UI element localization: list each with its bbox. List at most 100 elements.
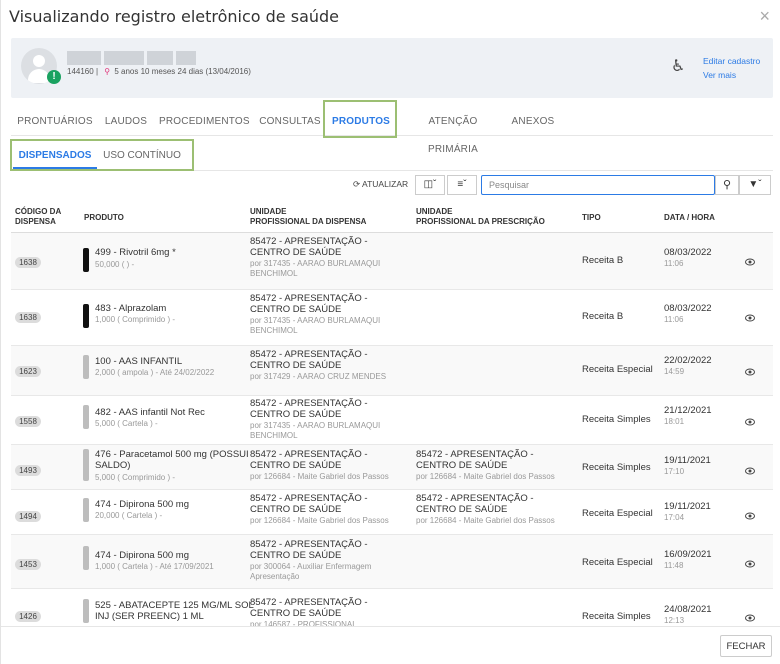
search-icon: ⚲: [722, 179, 732, 191]
eye-icon[interactable]: [745, 367, 755, 377]
product-detail: 2,000 ( ampola ) - Até 24/02/2022: [95, 368, 215, 377]
highlight-produtos: [323, 100, 397, 138]
highlight-subtabs: [10, 139, 194, 171]
tab-prontuarios[interactable]: PRONTUÁRIOS: [13, 108, 97, 136]
eye-icon[interactable]: [745, 257, 755, 267]
list-icon: ≡ˇ: [457, 179, 467, 190]
table-body: 1638 499 - Rivotril 6mg * 50,000 ( ) - 8547…: [11, 233, 773, 626]
dispense-time: 17:04: [664, 513, 685, 522]
record-number: 144160: [67, 67, 94, 76]
product-name: 483 - Alprazolam: [95, 303, 167, 314]
dispense-time: 11:48: [664, 561, 684, 570]
dispense-unit: 85472 - APRESENTAÇÃO - CENTRO DE SAÚDE: [250, 493, 368, 515]
columns-button[interactable]: ◫ˇ: [415, 175, 445, 195]
dispense-date: 16/09/2021: [664, 549, 712, 560]
prescription-type: Receita Especial: [582, 508, 653, 519]
table-toolbar: ⟳ ATUALIZAR ◫ˇ ≡ˇ ⚲ ▼ˇ: [1, 175, 780, 195]
product-name: 476 - Paracetamol 500 mg (POSSUI SALDO): [95, 449, 249, 471]
warning-icon: !: [47, 70, 61, 84]
patient-info: 144160 | ⚲ 5 anos 10 meses 24 dias (13/0…: [67, 67, 251, 76]
dispense-code-badge: 1623: [15, 366, 41, 377]
table-row[interactable]: 1453 474 - Dipirona 500 mg 1,000 ( Cartela…: [11, 535, 773, 589]
product-detail: 50,000 ( ) -: [95, 260, 135, 269]
dispense-professional: por 300064 - Auxiliar Enfermagem Apresen…: [250, 562, 372, 581]
refresh-icon: ⟳: [353, 179, 361, 189]
close-button[interactable]: FECHAR: [720, 635, 772, 657]
product-name: 482 - AAS infantil Not Rec: [95, 407, 205, 418]
dispense-time: 18:01: [664, 417, 685, 426]
dispense-professional: por 317435 - AARAO BURLAMAQUI BENCHIMOL: [250, 421, 381, 440]
table-row[interactable]: 1494 474 - Dipirona 500 mg 20,000 ( Cartel…: [11, 490, 773, 535]
search-input[interactable]: [481, 175, 715, 195]
product-name: 100 - AAS INFANTIL: [95, 356, 183, 367]
patient-header: ! 144160 | ⚲ 5 anos 10 meses 24 dias (13…: [11, 38, 773, 98]
dispense-code-badge: 1558: [15, 416, 41, 427]
product-detail: 1,000 ( Comprimido ) -: [95, 315, 176, 324]
prescription-unit: 85472 - APRESENTAÇÃO - CENTRO DE SAÚDE: [416, 449, 534, 471]
eye-icon[interactable]: [745, 466, 755, 476]
dispense-code-badge: 1453: [15, 559, 41, 570]
product-name: 525 - ABATACEPTE 125 MG/ML SOL INJ (SER …: [95, 600, 254, 622]
patient-age: 5 anos 10 meses 24 dias (13/04/2016): [114, 67, 251, 76]
dispense-unit: 85472 - APRESENTAÇÃO - CENTRO DE SAÚDE: [250, 349, 368, 371]
dispense-date: 19/11/2021: [664, 501, 711, 512]
tab-consultas[interactable]: CONSULTAS: [257, 108, 323, 136]
see-more-link[interactable]: Ver mais: [703, 68, 760, 82]
accessibility-icon: ♿: [671, 58, 686, 75]
product-detail: 1,000 ( Cartela ) - Até 17/09/2021: [95, 562, 214, 571]
dispense-date: 08/03/2022: [664, 303, 712, 314]
eye-icon[interactable]: [745, 511, 755, 521]
product-color-bar: [83, 498, 89, 522]
refresh-button[interactable]: ⟳ ATUALIZAR: [353, 179, 408, 190]
dispense-date: 19/11/2021: [664, 455, 711, 466]
search-button[interactable]: ⚲: [715, 175, 739, 195]
eye-icon[interactable]: [745, 559, 755, 569]
dispense-code-badge: 1494: [15, 511, 41, 522]
prescription-type: Receita B: [582, 311, 624, 322]
product-name: 474 - Dipirona 500 mg: [95, 550, 189, 561]
ehr-modal: Visualizando registro eletrônico de saúd…: [0, 0, 780, 664]
product-name: 474 - Dipirona 500 mg: [95, 499, 189, 510]
dispense-time: 11:06: [664, 259, 684, 268]
table-row[interactable]: 1638 483 - Alprazolam 1,000 ( Comprimido )…: [11, 290, 773, 346]
edit-registration-link[interactable]: Editar cadastro: [703, 54, 760, 68]
tab-laudos[interactable]: LAUDOS: [103, 108, 149, 136]
eye-icon[interactable]: [745, 613, 755, 623]
tab-procedimentos[interactable]: PROCEDIMENTOS: [159, 108, 250, 136]
dispense-time: 14:59: [664, 367, 685, 376]
table-row[interactable]: 1623 100 - AAS INFANTIL 2,000 ( ampola ) -…: [11, 346, 773, 396]
dispense-unit: 85472 - APRESENTAÇÃO - CENTRO DE SAÚDE: [250, 597, 368, 619]
modal-footer: FECHAR: [1, 626, 780, 664]
table-row[interactable]: 1426 525 - ABATACEPTE 125 MG/ML SOL INJ (…: [11, 589, 773, 626]
prescription-professional: por 126684 - Maite Gabriel dos Passos: [416, 516, 555, 525]
product-name: 499 - Rivotril 6mg *: [95, 247, 176, 258]
tab-anexos[interactable]: ANEXOS: [511, 108, 555, 136]
dispense-professional: por 317429 - AARAO CRUZ MENDES: [250, 372, 387, 381]
dispense-unit: 85472 - APRESENTAÇÃO - CENTRO DE SAÚDE: [250, 449, 368, 471]
patient-links: Editar cadastro Ver mais: [703, 54, 760, 82]
dispense-unit: 85472 - APRESENTAÇÃO - CENTRO DE SAÚDE: [250, 236, 368, 258]
location-pin-icon: ⚲: [104, 67, 111, 76]
dispense-time: 17:10: [664, 467, 685, 476]
col-datetime: DATA / HORA: [664, 213, 715, 222]
dispense-unit: 85472 - APRESENTAÇÃO - CENTRO DE SAÚDE: [250, 398, 368, 420]
modal-title: Visualizando registro eletrônico de saúd…: [9, 7, 340, 26]
dispense-unit: 85472 - APRESENTAÇÃO - CENTRO DE SAÚDE: [250, 293, 368, 315]
eye-icon[interactable]: [745, 417, 755, 427]
col-code: CÓDIGO DA DISPENSA: [15, 207, 62, 226]
filter-button[interactable]: ▼ˇ: [739, 175, 771, 195]
prescription-type: Receita Simples: [582, 462, 651, 473]
close-icon[interactable]: ×: [759, 6, 770, 27]
product-color-bar: [83, 546, 89, 570]
eye-icon[interactable]: [745, 313, 755, 323]
prescription-type: Receita B: [582, 255, 624, 266]
table-row[interactable]: 1558 482 - AAS infantil Not Rec 5,000 ( Ca…: [11, 396, 773, 445]
list-toggle-button[interactable]: ≡ˇ: [447, 175, 477, 195]
dispense-date: 21/12/2021: [664, 405, 712, 416]
dispense-date: 22/02/2022: [664, 355, 712, 366]
tab-atencao-primaria[interactable]: ATENÇÃO PRIMÁRIA: [403, 108, 503, 155]
table-row[interactable]: 1638 499 - Rivotril 6mg * 50,000 ( ) - 8547…: [11, 233, 773, 290]
table-header: CÓDIGO DA DISPENSA PRODUTO UNIDADE PROFISS…: [11, 205, 773, 233]
table-row[interactable]: 1493 476 - Paracetamol 500 mg (POSSUI SAL…: [11, 445, 773, 490]
product-color-bar: [83, 599, 89, 623]
